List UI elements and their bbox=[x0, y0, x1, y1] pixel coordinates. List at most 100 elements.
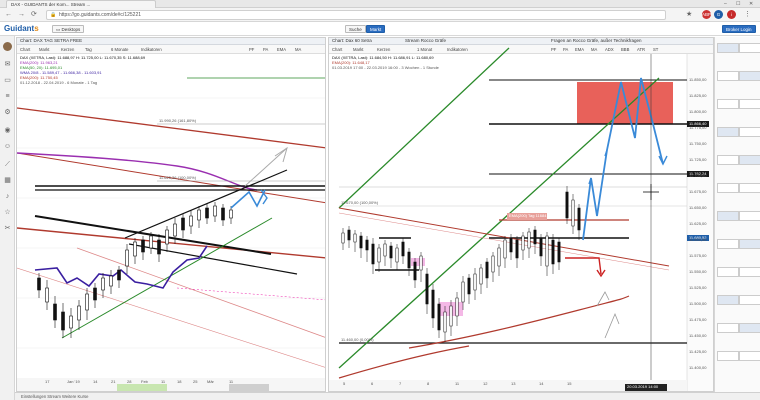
menu-icon[interactable]: ⋮ bbox=[744, 10, 751, 20]
stream-thumbnail[interactable] bbox=[739, 323, 760, 333]
search-button[interactable]: Suche bbox=[345, 25, 366, 33]
stream-thumbnail[interactable] bbox=[739, 239, 760, 249]
stream-thumbnail[interactable] bbox=[717, 351, 739, 361]
left-chart-canvas[interactable] bbox=[17, 38, 326, 392]
right-ytick: 11.750,00 bbox=[689, 141, 707, 146]
left-xtick-7: 18 bbox=[177, 379, 182, 384]
left-xtick-6: 11 bbox=[161, 379, 166, 384]
stream-thumbnail[interactable] bbox=[739, 267, 760, 277]
right-annot-top: 11.670,00 (100,00%) bbox=[341, 200, 379, 205]
maximize-icon[interactable]: ☐ bbox=[736, 0, 740, 8]
stream-thumbnail[interactable] bbox=[717, 239, 739, 249]
right-xtick: 6 bbox=[371, 381, 374, 386]
stream-thumbnail[interactable] bbox=[717, 155, 739, 165]
right-ytick: 11.450,00 bbox=[689, 333, 707, 338]
bell-icon[interactable]: ♪ bbox=[3, 192, 12, 201]
url-input[interactable]: 🔒 https://go.guidants.com/de#c/125221 bbox=[46, 10, 666, 20]
right-ytick: 11.550,00 bbox=[689, 269, 707, 274]
right-side-panel bbox=[714, 37, 760, 392]
url-text: https://go.guidants.com/de#c/125221 bbox=[59, 12, 142, 18]
broker-login-button[interactable]: Broker Login bbox=[722, 25, 756, 33]
stream-thumbnail[interactable] bbox=[717, 43, 739, 53]
crosshair-date: 20.03.2019 14:00 bbox=[627, 384, 659, 389]
indicator-wave bbox=[34, 245, 208, 289]
chat-icon[interactable]: ✉ bbox=[3, 60, 12, 69]
status-bar: Einstellungen Stream Weitere Kurse bbox=[15, 392, 760, 400]
left-xtick-3: 21 bbox=[111, 379, 116, 384]
eye-icon[interactable]: ◉ bbox=[3, 126, 12, 135]
left-xtick-4: 28 bbox=[127, 379, 132, 384]
left-sidebar: ✉ ▭ ≡ ⚙ ◉ ☺ ⟋ ▦ ♪ ☆ ✂ bbox=[0, 36, 15, 400]
right-ytick: 11.575,00 bbox=[689, 253, 707, 258]
right-legend-range: 01.03.2019 17:00 - 22.03.2019 16:00 - 3 … bbox=[332, 65, 439, 70]
left-xtick-5: Feb bbox=[141, 379, 148, 384]
right-ytick: 11.775,00 bbox=[689, 125, 707, 130]
stream-thumbnail[interactable] bbox=[739, 43, 760, 53]
monitor-icon[interactable]: ▭ bbox=[3, 76, 12, 85]
left-xtick-10: 11 bbox=[229, 379, 234, 384]
green-channel-upper bbox=[338, 47, 510, 209]
grid-icon[interactable]: ▦ bbox=[3, 176, 12, 185]
left-annot-mid: 11.625,36 (100,00%) bbox=[159, 175, 197, 180]
left-xtick-0: 17 bbox=[45, 379, 50, 384]
stream-thumbnail[interactable] bbox=[717, 127, 739, 137]
stream-thumbnail[interactable] bbox=[717, 183, 739, 193]
left-xtick-2: 14 bbox=[93, 379, 98, 384]
settings-icon[interactable]: ⚙ bbox=[3, 108, 12, 117]
stream-thumbnail[interactable] bbox=[739, 71, 760, 81]
right-xtick: 14 bbox=[539, 381, 544, 386]
stream-thumbnail[interactable] bbox=[717, 267, 739, 277]
questions-title[interactable]: Fragen an Rocco Gräfe, außer Technikfrag… bbox=[548, 37, 644, 45]
close-icon[interactable]: ✕ bbox=[749, 0, 753, 8]
right-xtick: 15 bbox=[567, 381, 572, 386]
stream-thumbnail[interactable] bbox=[717, 295, 739, 305]
list-icon[interactable]: ≡ bbox=[3, 92, 12, 101]
browser-tab[interactable]: DAX - GUIDANTS der Kom... Stream ... bbox=[6, 0, 156, 8]
right-ytick: 11.625,00 bbox=[689, 221, 707, 226]
right-xtick: 5 bbox=[343, 381, 346, 386]
right-ytick: 11.400,00 bbox=[689, 365, 707, 370]
market-button[interactable]: Markt bbox=[366, 25, 386, 33]
back-icon[interactable]: ← bbox=[5, 10, 12, 20]
guidants-logo[interactable]: Guidants bbox=[4, 24, 39, 34]
star-nav-icon[interactable]: ☆ bbox=[3, 208, 12, 217]
stream-thumbnail[interactable] bbox=[739, 351, 760, 361]
stream-thumbnail[interactable] bbox=[739, 295, 760, 305]
stream-title[interactable]: Stream Rocco Gräfe bbox=[402, 37, 449, 45]
star-icon[interactable]: ★ bbox=[686, 10, 692, 20]
stream-thumbnail[interactable] bbox=[739, 183, 760, 193]
adblock-icon[interactable]: ABP bbox=[702, 10, 711, 19]
right-ema-label: EMA(200) Tag 11684 bbox=[509, 213, 547, 218]
desktops-button[interactable]: ▭ Desktops bbox=[52, 25, 85, 33]
right-ytick: 11.800,00 bbox=[689, 109, 707, 114]
user-icon[interactable]: ☺ bbox=[3, 142, 12, 151]
forward-icon[interactable]: → bbox=[18, 10, 25, 20]
right-annot-bottom: 11.460,00 (0,00%) bbox=[341, 337, 374, 342]
tools-icon[interactable]: ✂ bbox=[3, 224, 12, 233]
right-xtick: 12 bbox=[483, 381, 488, 386]
stream-thumbnail[interactable] bbox=[717, 99, 739, 109]
right-ytick: 11.500,00 bbox=[689, 301, 707, 306]
stream-thumbnail[interactable] bbox=[717, 323, 739, 333]
red-target-zone bbox=[577, 82, 673, 124]
stream-thumbnail[interactable] bbox=[739, 127, 760, 137]
right-chart-pane: Chart: Dax 60 Setra Chart Markt Kerzen 1… bbox=[328, 37, 714, 392]
stream-thumbnail[interactable] bbox=[717, 71, 739, 81]
stream-thumbnail[interactable] bbox=[739, 99, 760, 109]
profile-icon[interactable]: i bbox=[727, 10, 736, 19]
left-xtick-1: Jan '19 bbox=[67, 379, 80, 384]
stream-thumbnail[interactable] bbox=[717, 211, 739, 221]
minimize-icon[interactable]: – bbox=[724, 0, 727, 8]
right-ytick: 11.850,00 bbox=[689, 77, 707, 82]
address-bar: ← → ⟳ 🔒 https://go.guidants.com/de#c/125… bbox=[0, 8, 760, 22]
right-ytick: 11.725,00 bbox=[689, 157, 707, 162]
right-ytick: 11.525,00 bbox=[689, 285, 707, 290]
avatar[interactable] bbox=[3, 42, 12, 51]
right-ytick: 11.425,00 bbox=[689, 349, 707, 354]
chart-icon[interactable]: ⟋ bbox=[3, 160, 12, 169]
reload-icon[interactable]: ⟳ bbox=[31, 10, 37, 20]
google-icon[interactable]: G bbox=[714, 10, 723, 19]
stream-thumbnail[interactable] bbox=[739, 211, 760, 221]
stream-thumbnail[interactable] bbox=[739, 155, 760, 165]
left-xtick-9: Mär bbox=[207, 379, 214, 384]
